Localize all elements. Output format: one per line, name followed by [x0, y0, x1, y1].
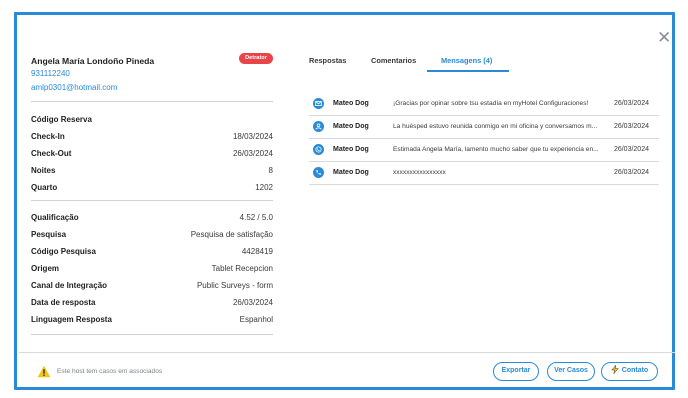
row-label: Check-Out: [31, 149, 72, 158]
room-row: Quarto 1202: [31, 183, 273, 195]
active-tab-indicator: [427, 70, 509, 72]
row-label: Qualificação: [31, 213, 79, 222]
row-label: Código Pesquisa: [31, 247, 96, 256]
view-cases-button[interactable]: Ver Casos: [547, 362, 595, 381]
tab-respostas[interactable]: Respostas: [309, 56, 346, 65]
row-value: Espanhol: [239, 315, 273, 324]
whatsapp-icon: [313, 144, 324, 155]
footer-divider: [19, 352, 675, 353]
row-value: 18/03/2024: [232, 132, 273, 141]
row-label: Data de resposta: [31, 298, 96, 307]
row-value: 4.52 / 5.0: [239, 213, 273, 222]
message-row[interactable]: Mateo Dog ¡Gracias por opinar sobre tsu …: [309, 94, 659, 116]
message-text: La huésped estuvo reunida conmigo en mi …: [393, 123, 598, 130]
message-row[interactable]: Mateo Dog xxxxxxxxxxxxxxxx 26/03/2024: [309, 163, 659, 185]
message-date: 26/03/2024: [613, 123, 649, 130]
row-value: 26/03/2024: [232, 149, 273, 158]
message-author: Mateo Dog: [333, 146, 369, 153]
rating-row: Qualificação 4.52 / 5.0: [31, 213, 273, 225]
user-icon: [313, 121, 324, 132]
row-value: 4428419: [241, 247, 273, 256]
row-value: 8: [268, 166, 273, 175]
row-label: Origem: [31, 264, 60, 273]
divider: [31, 200, 273, 201]
tab-bar: Respostas Comentarios Mensagens (4): [309, 56, 659, 76]
row-label: Canal de Integração: [31, 281, 108, 290]
message-author: Mateo Dog: [333, 169, 369, 176]
row-value: Public Surveys - form: [196, 281, 273, 290]
divider: [31, 334, 273, 335]
message-author: Mateo Dog: [333, 100, 369, 107]
row-value: Pesquisa de satisfação: [190, 230, 273, 239]
message-author: Mateo Dog: [333, 123, 369, 130]
divider: [31, 101, 273, 102]
phone-icon: [313, 167, 324, 178]
row-label: Código Reserva: [31, 115, 92, 124]
message-text: xxxxxxxxxxxxxxxx: [393, 169, 446, 176]
nights-row: Noites 8: [31, 166, 273, 178]
response-language-row: Linguagem Resposta Espanhol: [31, 315, 273, 327]
warning-icon: [37, 365, 51, 378]
guest-phone-link[interactable]: 931112240: [31, 69, 70, 78]
row-label: Quarto: [31, 183, 58, 192]
tab-mensagens[interactable]: Mensagens (4): [441, 56, 492, 65]
message-text: ¡Gracias por opinar sobre tsu estadía en…: [393, 100, 589, 107]
message-date: 26/03/2024: [613, 100, 649, 107]
row-label: Pesquisa: [31, 230, 67, 239]
origin-row: Origem Tablet Recepcion: [31, 264, 273, 276]
row-value: Tablet Recepcion: [211, 264, 273, 273]
check-in-row: Check-In 18/03/2024: [31, 132, 273, 144]
response-date-row: Data de resposta 26/03/2024: [31, 298, 273, 310]
status-badge: Detrator: [239, 53, 273, 64]
contact-button[interactable]: Contato: [601, 362, 658, 381]
contact-button-label: Contato: [621, 367, 649, 374]
row-label: Linguagem Resposta: [31, 315, 112, 324]
row-label: Check-In: [31, 132, 65, 141]
guest-detail-modal: ✕ Angela María Londoño Pineda Detrator 9…: [14, 12, 675, 390]
message-row[interactable]: Mateo Dog Estimada Angela María, lamento…: [309, 140, 659, 162]
check-out-row: Check-Out 26/03/2024: [31, 149, 273, 161]
row-label: Noites: [31, 166, 56, 175]
message-text: Estimada Angela María, lamento mucho sab…: [393, 146, 599, 153]
tab-comentarios[interactable]: Comentarios: [371, 56, 416, 65]
integration-channel-row: Canal de Integração Public Surveys - for…: [31, 281, 273, 293]
export-button[interactable]: Exportar: [493, 362, 539, 381]
lightning-icon: [611, 365, 619, 374]
email-icon: [313, 98, 324, 109]
close-icon[interactable]: ✕: [657, 29, 671, 46]
guest-name: Angela María Londoño Pineda: [31, 56, 155, 66]
message-date: 26/03/2024: [613, 169, 649, 176]
survey-code-row: Código Pesquisa 4428419: [31, 247, 273, 259]
guest-email-link[interactable]: amlp0301@hotmail.com: [31, 83, 117, 92]
message-date: 26/03/2024: [613, 146, 649, 153]
reservation-code-row: Código Reserva: [31, 115, 273, 127]
message-row[interactable]: Mateo Dog La huésped estuvo reunida conm…: [309, 117, 659, 139]
survey-row: Pesquisa Pesquisa de satisfação: [31, 230, 273, 242]
row-value: 26/03/2024: [232, 298, 273, 307]
warning-text: Este host tem casos em associados: [57, 368, 163, 375]
row-value: 1202: [255, 183, 273, 192]
